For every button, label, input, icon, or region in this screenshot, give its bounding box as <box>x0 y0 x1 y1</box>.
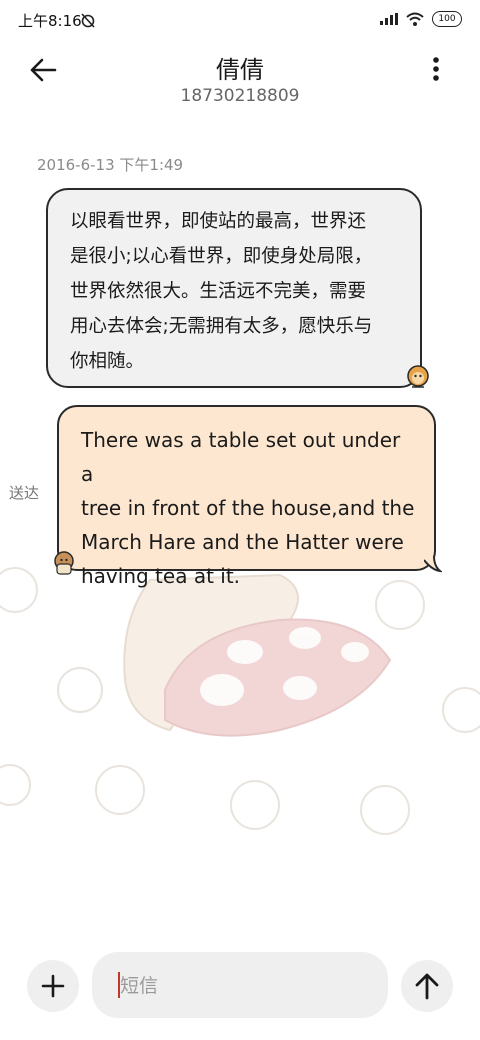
text-caret <box>118 972 120 998</box>
battery-icon: 100 <box>432 11 462 27</box>
status-bar: 上午8:16 100 <box>0 0 480 42</box>
plus-icon <box>41 974 65 998</box>
bubble-tail <box>424 556 442 573</box>
chat-background-wallpaper <box>0 567 480 835</box>
outgoing-message-bubble[interactable]: There was a table set out under a tree i… <box>57 405 436 588</box>
conversation-header: 倩倩 18730218809 <box>0 42 480 112</box>
message-line: 用心去体会;无需拥有太多，愿快乐与 <box>70 316 373 337</box>
delivery-status: 送达 <box>9 484 40 502</box>
message-timestamp: 2016-6-13 下午1:49 <box>37 156 184 174</box>
more-options-button[interactable] <box>432 56 446 86</box>
contact-name: 倩倩 <box>216 56 264 84</box>
message-line: 世界依然很大。生活远不完美，需要 <box>70 281 367 302</box>
status-time: 上午8:16 <box>18 12 82 30</box>
message-line: 你相随。 <box>70 351 145 372</box>
battery-level: 100 <box>438 14 456 24</box>
add-attachment-button[interactable] <box>27 960 79 1012</box>
send-arrow-icon <box>415 973 439 1000</box>
message-line: tree in front of the house,and the <box>81 496 415 520</box>
signal-icon <box>380 13 398 25</box>
message-line: 是很小;以心看世界，即使身处局限， <box>70 246 373 267</box>
bear-sticker-icon <box>54 551 74 575</box>
incoming-message-bubble[interactable]: 以眼看世界，即使站的最高，世界还 是很小;以心看世界，即使身处局限， 世界依然很… <box>46 188 422 388</box>
message-line: March Hare and the Hatter were <box>81 530 404 554</box>
message-composer <box>0 950 480 1022</box>
message-line: 以眼看世界，即使站的最高，世界还 <box>70 211 367 232</box>
message-line: having tea at it. <box>81 564 241 588</box>
contact-number: 18730218809 <box>180 86 300 106</box>
wifi-icon <box>406 12 424 26</box>
status-icons: 100 <box>380 11 462 27</box>
message-input-container[interactable] <box>92 952 388 1018</box>
message-input[interactable] <box>118 970 372 1002</box>
message-line: There was a table set out under a <box>81 428 401 486</box>
send-button[interactable] <box>401 960 453 1012</box>
bear-sticker-icon <box>407 365 429 388</box>
more-vertical-icon <box>433 57 439 81</box>
alarm-off-icon <box>81 13 95 28</box>
